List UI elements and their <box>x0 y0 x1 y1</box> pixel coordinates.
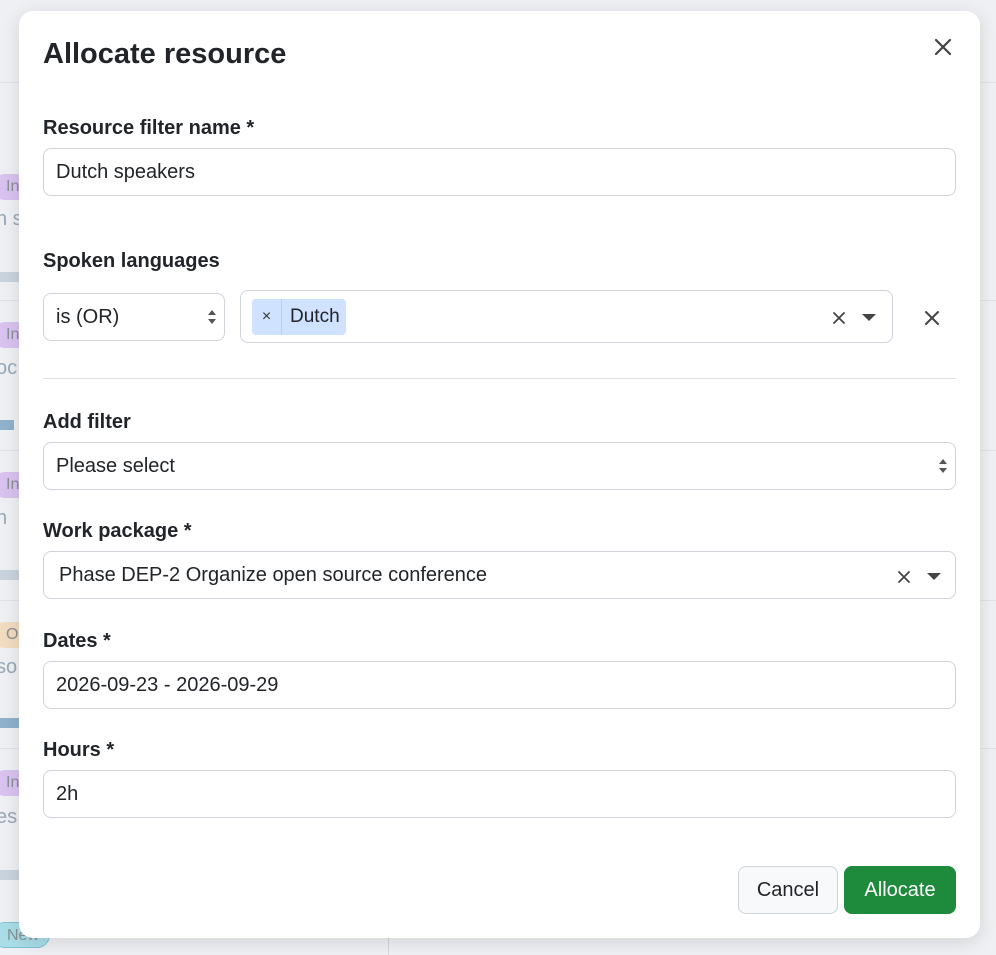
close-icon[interactable] <box>931 35 955 59</box>
allocate-button[interactable]: Allocate <box>844 866 956 914</box>
chip-remove-button[interactable]: × <box>252 299 282 335</box>
sort-arrows-icon <box>208 310 216 324</box>
allocate-resource-dialog: Allocate resource Resource filter name *… <box>19 11 980 938</box>
chip-label: Dutch <box>290 306 340 327</box>
filter-name-input[interactable]: Dutch speakers <box>43 148 956 196</box>
bg-bar <box>0 718 20 728</box>
dates-value: 2026-09-23 - 2026-09-29 <box>56 673 279 696</box>
sort-arrows-icon <box>939 459 947 473</box>
bg-text-fragment: oc <box>0 357 18 379</box>
cancel-button[interactable]: Cancel <box>738 866 838 914</box>
bg-bar <box>0 420 14 430</box>
work-package-value: Phase DEP-2 Organize open source confere… <box>59 563 488 586</box>
dates-input[interactable]: 2026-09-23 - 2026-09-29 <box>43 661 956 709</box>
bg-text-fragment: so <box>0 656 18 678</box>
bg-text-fragment: n <box>0 507 8 529</box>
spoken-languages-label: Spoken languages <box>43 250 220 272</box>
clear-icon[interactable] <box>896 569 912 585</box>
bg-text-fragment: es <box>0 806 18 828</box>
filter-name-label: Resource filter name * <box>43 117 255 139</box>
add-filter-label: Add filter <box>43 411 131 433</box>
hours-value: 2h <box>56 782 79 805</box>
hours-label: Hours * <box>43 739 115 761</box>
remove-filter-icon[interactable] <box>923 309 941 327</box>
clear-icon[interactable] <box>831 310 847 326</box>
dates-label: Dates * <box>43 630 111 652</box>
languages-multiselect[interactable]: × Dutch <box>240 290 893 343</box>
hours-input[interactable]: 2h <box>43 770 956 818</box>
language-chip: × Dutch <box>252 299 346 335</box>
add-filter-select[interactable]: Please select <box>43 442 956 490</box>
bg-bar <box>0 272 20 282</box>
bg-bar <box>0 870 20 880</box>
bg-bar <box>0 570 20 580</box>
caret-down-icon[interactable] <box>861 313 877 323</box>
section-divider <box>43 378 956 379</box>
work-package-select[interactable]: Phase DEP-2 Organize open source confere… <box>43 551 956 599</box>
operator-select[interactable]: is (OR) <box>43 293 225 341</box>
caret-down-icon[interactable] <box>926 572 942 582</box>
work-package-label: Work package * <box>43 520 192 542</box>
filter-name-value: Dutch speakers <box>56 160 195 183</box>
dialog-title: Allocate resource <box>43 38 287 70</box>
add-filter-placeholder: Please select <box>56 454 175 477</box>
operator-value: is (OR) <box>56 305 120 328</box>
